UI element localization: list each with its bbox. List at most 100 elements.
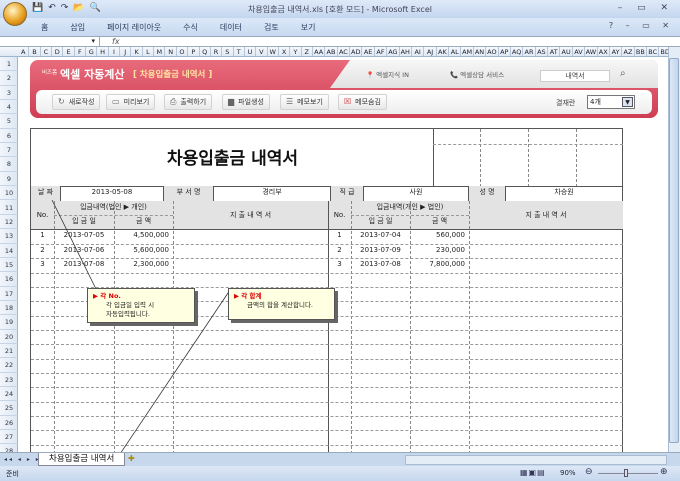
chevron-down-icon[interactable]: ▾ [91,37,95,45]
row-header[interactable]: 22 [0,358,18,373]
column-header[interactable]: V [256,47,268,56]
banner-tab-excel-consult[interactable]: 📞 엑셀상담 서비스 [450,69,504,79]
row-header[interactable]: 5 [0,114,18,129]
row-header[interactable]: 27 [0,430,18,445]
column-header[interactable]: F [75,47,87,56]
column-header[interactable]: AQ [511,47,524,56]
column-header[interactable]: AO [486,47,499,56]
tab-review[interactable]: 검토 [253,18,290,36]
column-header[interactable]: L [143,47,155,56]
column-header[interactable]: BB [635,47,648,56]
zoom-slider[interactable] [598,473,658,474]
worksheet[interactable]: 📍 엑셀지식 IN 📞 엑셀상담 서비스 내역서 ⌕ 비즈폼 엑셀 자동계산 [… [18,57,668,452]
row-header[interactable]: 9 [0,172,18,187]
column-header[interactable]: AH [400,47,412,56]
column-header[interactable]: J [120,47,132,56]
column-header[interactable]: G [86,47,98,56]
column-header[interactable]: AX [598,47,610,56]
column-header[interactable]: AL [449,47,462,56]
column-header[interactable]: AE [362,47,375,56]
row-header[interactable]: 16 [0,272,18,287]
file-create-button[interactable]: ▆ 파일생성 [222,94,270,110]
row-header[interactable]: 26 [0,416,18,431]
column-header[interactable]: K [131,47,143,56]
row-header[interactable]: 20 [0,330,18,344]
column-header[interactable]: Z [302,47,313,56]
tab-insert[interactable]: 삽입 [59,18,96,36]
print-button[interactable]: ⎙ 출력하기 [164,94,213,110]
tab-page-layout[interactable]: 페이지 레이아웃 [96,18,172,36]
column-header[interactable]: O [177,47,189,56]
tab-data[interactable]: 데이터 [209,18,253,36]
column-header[interactable]: P [188,47,200,56]
undo-icon[interactable]: ↶ [48,3,56,13]
redo-icon[interactable]: ↷ [61,3,69,13]
column-header[interactable]: X [279,47,291,56]
column-header[interactable]: AB [325,47,338,56]
approval-select[interactable]: 4개 ▼ [587,95,635,109]
column-header[interactable]: AP [499,47,511,56]
row-header[interactable]: 2 [0,71,18,86]
column-header[interactable]: AY [610,47,623,56]
column-header[interactable]: A [18,47,30,56]
column-header[interactable]: AN [474,47,487,56]
row-header[interactable]: 6 [0,129,18,144]
open-icon[interactable]: 📂 [73,3,84,13]
column-header[interactable]: AD [350,47,363,56]
column-header[interactable]: T [234,47,245,56]
zoom-in-icon[interactable]: ⊕ [660,467,668,477]
tab-formulas[interactable]: 수식 [172,18,209,36]
sheet-tab[interactable]: 차용입출금 내역서 [38,453,126,466]
search-icon[interactable]: ⌕ [620,68,626,79]
column-header[interactable]: Y [290,47,302,56]
memo-show-button[interactable]: ☰ 메모보기 [280,94,329,110]
column-header[interactable]: B [29,47,41,56]
column-header[interactable]: U [245,47,257,56]
column-header[interactable]: AA [313,47,326,56]
column-header[interactable]: M [154,47,166,56]
column-header[interactable]: AV [573,47,586,56]
row-header[interactable]: 14 [0,244,18,258]
row-header[interactable]: 21 [0,344,18,359]
tab-home[interactable]: 홈 [30,18,59,36]
row-header[interactable]: 7 [0,143,18,158]
column-header[interactable]: AK [437,47,450,56]
column-header[interactable]: Q [200,47,211,56]
column-header[interactable]: AC [338,47,351,56]
column-header[interactable]: AR [523,47,536,56]
insert-sheet-icon[interactable]: ✚ [128,454,135,463]
vertical-scroll-thumb[interactable] [669,58,679,443]
column-header[interactable]: AJ [424,47,437,56]
column-header[interactable]: AZ [622,47,635,56]
column-header[interactable]: AS [536,47,549,56]
column-header[interactable]: AW [585,47,598,56]
chevron-down-icon[interactable]: ▼ [622,97,633,107]
preview-button[interactable]: ▭ 미리보기 [106,94,156,110]
row-header[interactable]: 8 [0,157,18,172]
column-header[interactable]: BC [647,47,660,56]
row-header[interactable]: 12 [0,215,18,230]
memo-hide-button[interactable]: ☒ 메모숨김 [338,94,387,110]
column-header[interactable]: N [165,47,177,56]
row-header[interactable]: 10 [0,186,18,201]
office-button[interactable] [3,2,27,26]
window-controls[interactable]: – ▭ ✕ [618,3,674,13]
column-header[interactable]: C [41,47,53,56]
row-header[interactable]: 23 [0,373,18,388]
column-header[interactable]: I [109,47,121,56]
save-icon[interactable]: 💾 [32,3,43,13]
column-header[interactable]: H [97,47,109,56]
row-header[interactable]: 4 [0,100,18,115]
zoom-slider-thumb[interactable] [624,469,628,477]
row-header[interactable]: 3 [0,86,18,101]
row-header[interactable]: 24 [0,387,18,402]
row-header[interactable]: 13 [0,229,18,244]
banner-tab-excel-knowledge[interactable]: 📍 엑셀지식 IN [366,69,409,79]
ribbon-controls[interactable]: ? – ▭ ✕ [609,21,674,30]
name-box[interactable]: ▾ [0,37,100,47]
column-header[interactable]: AM [461,47,474,56]
column-header[interactable]: AF [375,47,388,56]
tab-view[interactable]: 보기 [290,18,327,36]
banner-search-input[interactable]: 내역서 [540,70,610,82]
column-header[interactable]: E [63,47,75,56]
